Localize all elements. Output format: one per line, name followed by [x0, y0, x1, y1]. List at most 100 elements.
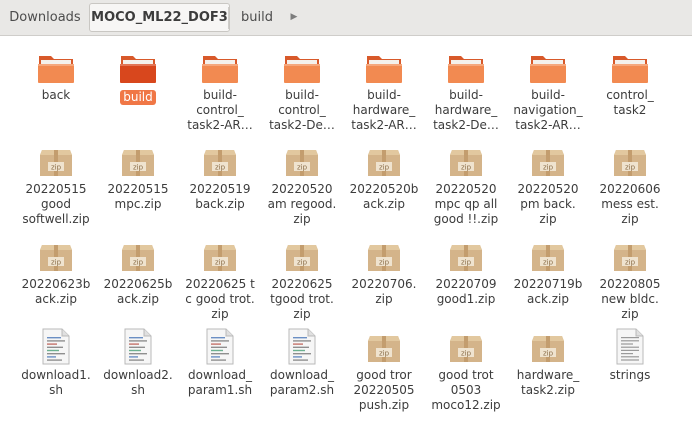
item-icon-box — [507, 46, 589, 84]
folder-item[interactable]: build- hardware_ task2-AR… — [343, 46, 425, 133]
svg-text:zip: zip — [461, 350, 472, 358]
item-icon-box — [179, 46, 261, 84]
svg-text:zip: zip — [379, 164, 390, 172]
svg-text:zip: zip — [543, 350, 554, 358]
folder-item[interactable]: build- navigation_ task2-AR… — [507, 46, 589, 133]
svg-text:zip: zip — [379, 259, 390, 267]
shell-script-icon — [206, 328, 234, 365]
archive-zip-icon: zip — [40, 245, 72, 271]
file-item[interactable]: zip 20220520 mpc qp all good !!.zip — [425, 140, 507, 227]
breadcrumb-moco-ml22-dof3[interactable]: MOCO_ML22_DOF3 — [89, 3, 230, 32]
item-icon-box — [97, 46, 179, 84]
item-label: 20220606 mess est. zip — [599, 182, 661, 226]
file-item[interactable]: download_ param1.sh — [179, 326, 261, 398]
archive-zip-icon: zip — [286, 245, 318, 271]
archive-zip-icon: zip — [40, 150, 72, 176]
item-label: build- hardware_ task2-AR… — [351, 88, 417, 132]
item-icon-box: zip — [97, 140, 179, 178]
folder-item[interactable]: ha — [671, 46, 692, 103]
file-item[interactable]: zip 20220709 good1.zip — [425, 235, 507, 307]
breadcrumb-downloads[interactable]: Downloads — [3, 3, 87, 32]
item-icon-box: zip — [179, 235, 261, 273]
file-item[interactable]: zip 20220519 back.zip — [179, 140, 261, 212]
archive-zip-icon: zip — [368, 150, 400, 176]
file-item[interactable]: strings — [589, 326, 671, 383]
file-item[interactable]: zip 20220625b ack.zip — [97, 235, 179, 307]
file-item[interactable]: download_ param2.sh — [261, 326, 343, 398]
svg-text:zip: zip — [297, 259, 308, 267]
file-item[interactable]: zip 20220625 t c good trot. zip — [179, 235, 261, 322]
item-icon-box: zip — [671, 140, 692, 178]
item-icon-box: zip — [425, 235, 507, 273]
file-item[interactable]: zip good trot 0503 moco12.zip — [425, 326, 507, 413]
folder-icon — [612, 56, 648, 83]
item-label: build — [120, 90, 156, 105]
item-icon-box: zip — [179, 140, 261, 178]
archive-zip-icon: zip — [614, 150, 646, 176]
item-label: good trot 0503 moco12.zip — [431, 368, 501, 412]
svg-text:zip: zip — [133, 259, 144, 267]
item-icon-box — [97, 326, 179, 365]
shell-script-icon — [124, 328, 152, 365]
item-label: 20220520 am regood. zip — [267, 182, 337, 226]
archive-zip-icon: zip — [368, 336, 400, 362]
file-item[interactable]: zip 20220515 mpc.zip — [97, 140, 179, 212]
archive-zip-icon: zip — [286, 150, 318, 176]
chevron-right-icon[interactable]: ▶ — [287, 3, 301, 32]
item-label: 20220625b ack.zip — [103, 277, 173, 306]
item-icon-box: zip — [507, 326, 589, 364]
item-label: ha — [671, 88, 692, 103]
folder-item[interactable]: build- control_ task2-AR… — [179, 46, 261, 133]
folder-item[interactable]: build- control_ task2-De… — [261, 46, 343, 133]
item-icon-box — [261, 326, 343, 365]
item-icon-box — [589, 326, 671, 365]
item-label: 20220520 pm back. zip — [517, 182, 579, 226]
breadcrumb-build[interactable]: build — [231, 3, 283, 32]
file-item[interactable]: zip 20220520b ack.zip — [343, 140, 425, 212]
file-item[interactable]: download1. sh — [15, 326, 97, 398]
file-item[interactable]: zip 20 ne — [671, 235, 692, 307]
item-label: download2. sh — [103, 368, 173, 397]
folder-icon — [366, 56, 402, 83]
file-item[interactable]: zip 20220805 new bldc. zip — [589, 235, 671, 322]
file-item[interactable]: download2. sh — [97, 326, 179, 398]
folder-item[interactable]: control_ task2 — [589, 46, 671, 118]
folder-item[interactable]: build- hardware_ task2-De… — [425, 46, 507, 133]
file-icon-grid: back build build- control_ task2-AR… bui… — [0, 36, 692, 433]
file-item[interactable]: zip 20220719b ack.zip — [507, 235, 589, 307]
item-label: build- hardware_ task2-De… — [433, 88, 499, 132]
archive-zip-icon: zip — [532, 336, 564, 362]
file-item[interactable]: zip good tror 20220505 push.zip — [343, 326, 425, 413]
archive-zip-icon: zip — [532, 150, 564, 176]
file-item[interactable]: zip 20220606 mess est. zip — [589, 140, 671, 227]
item-icon-box: zip — [425, 326, 507, 364]
svg-text:zip: zip — [51, 164, 62, 172]
folder-item[interactable]: back — [15, 46, 97, 103]
item-icon-box — [15, 46, 97, 84]
item-label: control_ task2 — [606, 88, 654, 117]
item-label: download_ param2.sh — [269, 368, 335, 397]
file-item[interactable]: zip 20220625 tgood trot. zip — [261, 235, 343, 322]
item-label: 20220520b ack.zip — [349, 182, 419, 211]
svg-text:zip: zip — [379, 350, 390, 358]
item-label: 20220519 back.zip — [189, 182, 251, 211]
folder-item[interactable]: build — [97, 46, 179, 105]
svg-text:zip: zip — [215, 259, 226, 267]
svg-text:zip: zip — [133, 164, 144, 172]
file-item[interactable]: zip 20220520 am regood. zip — [261, 140, 343, 227]
svg-text:zip: zip — [51, 259, 62, 267]
file-item[interactable]: zip 20220520 pm back. zip — [507, 140, 589, 227]
item-label: 20220623b ack.zip — [21, 277, 91, 306]
item-icon-box — [15, 326, 97, 365]
item-label: 20220625 tgood trot. zip — [270, 277, 334, 321]
file-item[interactable]: zip 20 — [671, 140, 692, 197]
file-item[interactable]: zip 20220515 good softwell.zip — [15, 140, 97, 227]
svg-text:zip: zip — [543, 259, 554, 267]
file-item[interactable]: zip hardware_ task2.zip — [507, 326, 589, 398]
item-label: strings — [609, 368, 651, 382]
file-item[interactable]: zip 20220706. zip — [343, 235, 425, 307]
item-label: download1. sh — [21, 368, 91, 397]
svg-text:zip: zip — [625, 164, 636, 172]
item-label: 20220709 good1.zip — [435, 277, 497, 306]
file-item[interactable]: zip 20220623b ack.zip — [15, 235, 97, 307]
